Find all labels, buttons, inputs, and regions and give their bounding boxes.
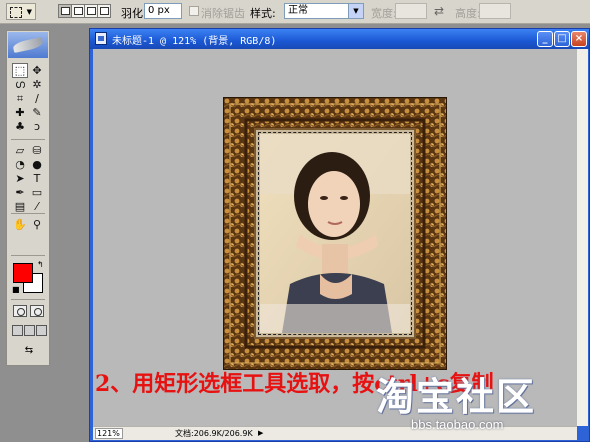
tool-preset-picker[interactable]: ▼: [6, 3, 36, 20]
blur-tool[interactable]: ◔: [12, 157, 28, 172]
close-button[interactable]: ×: [571, 31, 587, 47]
minimize-button[interactable]: _: [537, 31, 553, 47]
swap-colors-icon[interactable]: ↰: [37, 260, 44, 269]
healing-brush-tool[interactable]: ✚: [12, 105, 28, 120]
antialias-checkbox[interactable]: [189, 6, 199, 16]
width-label: 宽度:: [371, 7, 397, 20]
feather-input[interactable]: 0 px: [144, 3, 182, 19]
magic-wand-tool[interactable]: ✲: [29, 77, 45, 92]
divider: [11, 213, 45, 214]
rectangular-selection-marquee: [258, 132, 412, 335]
intersect-selection-button[interactable]: [97, 4, 111, 18]
watermark-logo: 淘宝社区: [376, 375, 537, 419]
document-titlebar[interactable]: 未标题-1 @ 121% (背景, RGB/8) _ □ ×: [90, 29, 589, 49]
style-value: 正常: [288, 5, 308, 16]
screen-mode-standard-button[interactable]: [12, 325, 23, 336]
height-label: 高度:: [455, 7, 481, 20]
swap-width-height-icon[interactable]: ⇄: [434, 4, 444, 18]
options-bar: ▼ 羽化: 0 px 消除锯齿 样式: 正常 ▼ 宽度: ⇄ 高度:: [0, 0, 590, 24]
watermark-url: bbs.taobao.com: [411, 417, 504, 432]
chevron-down-icon: ▼: [348, 4, 363, 18]
toolbox: ⬚ ✥ ഗ ✲ ⌗ ∕ ✚ ✎ ♣ ↄ ▱ ⛁ ◔ ● ➤ T ✒ ▭ ▤ ⁄ ✋ ⚲ ■ ↰ ⇆: [6, 30, 50, 366]
pen-tool[interactable]: ✒: [12, 185, 28, 200]
screen-mode-full-menu-button[interactable]: [24, 325, 35, 336]
feather-label: 羽化:: [121, 7, 147, 20]
style-label: 样式:: [250, 7, 276, 20]
rectangle-marquee-icon: [10, 7, 22, 18]
toolbox-header[interactable]: [8, 32, 48, 58]
eraser-tool[interactable]: ▱: [12, 143, 28, 158]
feather-logo-icon: [12, 36, 44, 54]
vertical-scrollbar[interactable]: [577, 49, 588, 426]
zoom-tool[interactable]: ⚲: [29, 217, 45, 232]
zoom-level-field[interactable]: 121%: [95, 428, 123, 439]
height-input[interactable]: [479, 3, 511, 19]
dodge-tool[interactable]: ●: [29, 157, 45, 172]
lasso-tool[interactable]: ഗ: [12, 77, 28, 92]
brush-tool[interactable]: ✎: [29, 105, 45, 120]
paint-bucket-tool[interactable]: ⛁: [29, 143, 45, 158]
picture-frame-image[interactable]: [223, 97, 447, 370]
add-to-selection-button[interactable]: [71, 4, 85, 18]
type-tool[interactable]: T: [29, 171, 45, 186]
default-colors-icon[interactable]: ■: [12, 285, 20, 294]
subtract-from-selection-button[interactable]: [84, 4, 98, 18]
document-title: 未标题-1 @ 121% (背景, RGB/8): [112, 36, 277, 47]
divider: [11, 139, 45, 140]
jump-to-imageready-button[interactable]: ⇆: [15, 345, 43, 359]
history-brush-tool[interactable]: ↄ: [29, 119, 45, 134]
slice-tool[interactable]: ∕: [29, 91, 45, 106]
chevron-down-icon: ▼: [26, 8, 32, 16]
quick-mask-button[interactable]: [30, 305, 44, 317]
eyedropper-tool[interactable]: ⁄: [29, 199, 45, 214]
move-tool[interactable]: ✥: [29, 63, 45, 78]
antialias-label: 消除锯齿: [201, 7, 245, 20]
standard-mode-button[interactable]: [13, 305, 27, 317]
new-selection-button[interactable]: [58, 4, 72, 18]
notes-tool[interactable]: ▤: [12, 199, 28, 214]
width-input[interactable]: [395, 3, 427, 19]
chevron-right-icon[interactable]: ▶: [258, 429, 263, 437]
path-selection-tool[interactable]: ➤: [12, 171, 28, 186]
status-bar: 121% 文档:206.9K/206.9K ▶: [93, 426, 577, 440]
foreground-color-swatch[interactable]: [13, 263, 33, 283]
hand-tool[interactable]: ✋: [12, 217, 28, 232]
divider: [11, 255, 45, 256]
divider: [11, 299, 45, 300]
document-icon: [95, 32, 107, 45]
document-size-info: 文档:206.9K/206.9K: [175, 429, 253, 438]
maximize-button[interactable]: □: [554, 31, 570, 47]
style-select[interactable]: 正常 ▼: [284, 3, 364, 19]
clone-stamp-tool[interactable]: ♣: [12, 119, 28, 134]
shape-tool[interactable]: ▭: [29, 185, 45, 200]
crop-tool[interactable]: ⌗: [12, 91, 28, 106]
screen-mode-full-button[interactable]: [36, 325, 47, 336]
marquee-tool[interactable]: ⬚: [12, 63, 28, 78]
